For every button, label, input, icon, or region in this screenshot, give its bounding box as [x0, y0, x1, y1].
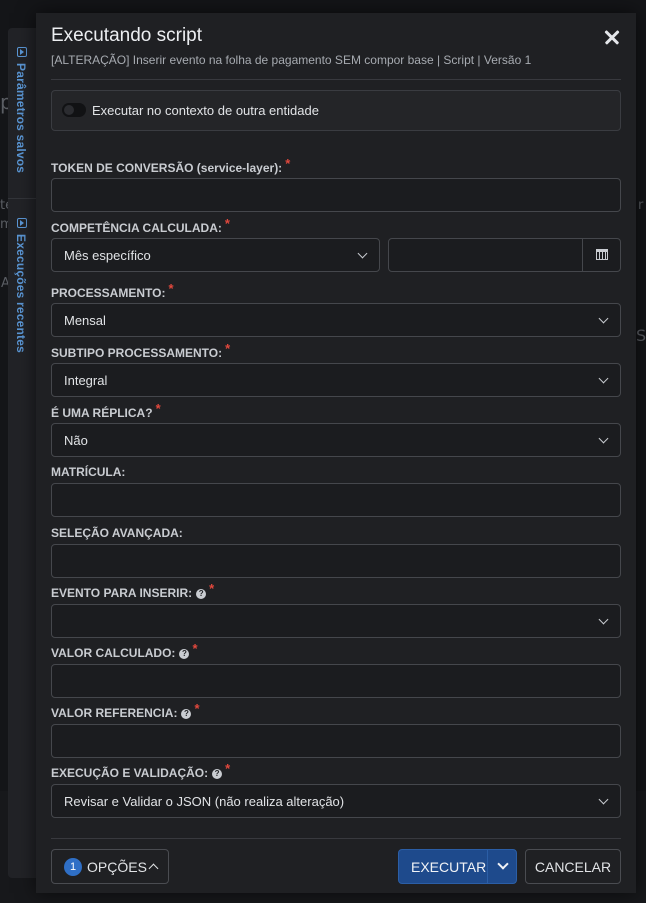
required-mark: * [225, 341, 231, 356]
tab-recent-executions-label: Execuções recentes [14, 234, 28, 354]
chevron-down-icon [598, 373, 609, 384]
execucao-validacao-label: EXECUÇÃO E VALIDAÇÃO:? * [51, 761, 230, 780]
close-icon[interactable] [602, 27, 622, 47]
subtipo-select[interactable]: Integral [51, 363, 621, 397]
calendar-icon[interactable] [596, 249, 608, 260]
selecao-avancada-label-text: SELEÇÃO AVANÇADA: [51, 526, 183, 540]
side-tabs-panel: Parâmetros salvos Execuções recentes [8, 28, 38, 878]
replica-label-text: É UMA RÉPLICA? [51, 406, 153, 420]
processamento-select[interactable]: Mensal [51, 303, 621, 337]
chevron-up-icon [148, 863, 159, 874]
processamento-select-value: Mensal [64, 313, 106, 328]
chevron-down-icon [598, 794, 609, 805]
options-button[interactable]: 1 OPÇÕES [51, 849, 169, 884]
execucao-validacao-select-value: Revisar e Validar o JSON (não realiza al… [64, 794, 345, 809]
expand-panel-icon [17, 47, 27, 57]
token-label-text: TOKEN DE CONVERSÃO (service-layer): [51, 161, 283, 175]
chevron-down-icon [497, 858, 509, 870]
token-input[interactable] [51, 178, 621, 212]
execucao-validacao-select[interactable]: Revisar e Validar o JSON (não realiza al… [51, 784, 621, 818]
help-icon[interactable]: ? [212, 769, 223, 779]
processamento-label-text: PROCESSAMENTO: [51, 286, 166, 300]
help-icon[interactable]: ? [196, 589, 207, 599]
chevron-down-icon [357, 248, 368, 259]
processamento-label: PROCESSAMENTO: * [51, 281, 174, 300]
subtipo-select-value: Integral [64, 373, 108, 388]
chevron-down-icon [598, 614, 609, 625]
replica-select[interactable]: Não [51, 423, 621, 457]
required-mark: * [209, 581, 215, 596]
required-mark: * [285, 156, 291, 171]
expand-panel-icon [17, 218, 27, 228]
valor-calculado-label: VALOR CALCULADO:? * [51, 641, 198, 660]
footer-divider [51, 838, 621, 839]
replica-label: É UMA RÉPLICA? * [51, 401, 161, 420]
context-entity-box: Executar no contexto de outra entidade [51, 90, 621, 131]
required-mark: * [155, 401, 161, 416]
cancel-button[interactable]: CANCELAR [525, 849, 621, 884]
valor-referencia-label: VALOR REFERENCIA:? * [51, 701, 200, 720]
required-mark: * [192, 641, 198, 656]
replica-select-value: Não [64, 433, 88, 448]
subtipo-label-text: SUBTIPO PROCESSAMENTO: [51, 346, 223, 360]
cancel-button-label: CANCELAR [534, 859, 612, 875]
required-mark: * [194, 701, 200, 716]
execute-script-modal: Executando script [ALTERAÇÃO] Inserir ev… [36, 13, 636, 893]
selecao-avancada-input[interactable] [51, 544, 621, 578]
token-label: TOKEN DE CONVERSÃO (service-layer): * [51, 156, 290, 175]
tab-recent-executions[interactable]: Execuções recentes [8, 217, 38, 357]
execute-button[interactable]: EXECUTAR [398, 849, 517, 884]
evento-label: EVENTO PARA INSERIR:? * [51, 581, 214, 600]
context-entity-toggle[interactable] [62, 103, 86, 117]
required-mark: * [225, 761, 231, 776]
execute-button-label: EXECUTAR [411, 859, 487, 875]
valor-calculado-label-text: VALOR CALCULADO: [51, 646, 176, 660]
competencia-date-input[interactable] [388, 238, 621, 272]
context-entity-label: Executar no contexto de outra entidade [92, 103, 319, 118]
chevron-down-icon [598, 433, 609, 444]
help-icon[interactable]: ? [181, 709, 192, 719]
help-icon[interactable]: ? [179, 649, 190, 659]
options-count-badge: 1 [64, 858, 82, 876]
matricula-label: MATRÍCULA: [51, 465, 125, 479]
valor-referencia-label-text: VALOR REFERENCIA: [51, 706, 178, 720]
selecao-avancada-label: SELEÇÃO AVANÇADA: [51, 526, 183, 540]
options-button-label: OPÇÕES [87, 859, 147, 875]
valor-referencia-input[interactable] [51, 724, 621, 758]
matricula-label-text: MATRÍCULA: [51, 465, 126, 479]
evento-select[interactable] [51, 604, 621, 638]
background-text: S [636, 326, 646, 345]
chevron-down-icon [598, 313, 609, 324]
subtipo-label: SUBTIPO PROCESSAMENTO: * [51, 341, 230, 360]
matricula-input[interactable] [51, 483, 621, 517]
competencia-label: COMPETÊNCIA CALCULADA: * [51, 216, 230, 235]
modal-subtitle: [ALTERAÇÃO] Inserir evento na folha de p… [51, 53, 532, 67]
modal-title: Executando script [51, 25, 203, 46]
side-tabs-divider [8, 198, 38, 199]
evento-label-text: EVENTO PARA INSERIR: [51, 586, 193, 600]
background-text: r [638, 198, 644, 213]
date-picker-divider [582, 239, 583, 271]
tab-saved-parameters[interactable]: Parâmetros salvos [8, 46, 38, 186]
required-mark: * [168, 281, 174, 296]
tab-saved-parameters-label: Parâmetros salvos [14, 63, 28, 174]
competencia-label-text: COMPETÊNCIA CALCULADA: [51, 221, 222, 235]
execute-dropdown-toggle[interactable] [487, 850, 517, 883]
execucao-validacao-label-text: EXECUÇÃO E VALIDAÇÃO: [51, 766, 209, 780]
valor-calculado-input[interactable] [51, 664, 621, 698]
header-divider [51, 79, 621, 80]
competencia-select-value: Mês específico [64, 248, 151, 263]
required-mark: * [224, 216, 230, 231]
competencia-select[interactable]: Mês específico [51, 238, 380, 272]
